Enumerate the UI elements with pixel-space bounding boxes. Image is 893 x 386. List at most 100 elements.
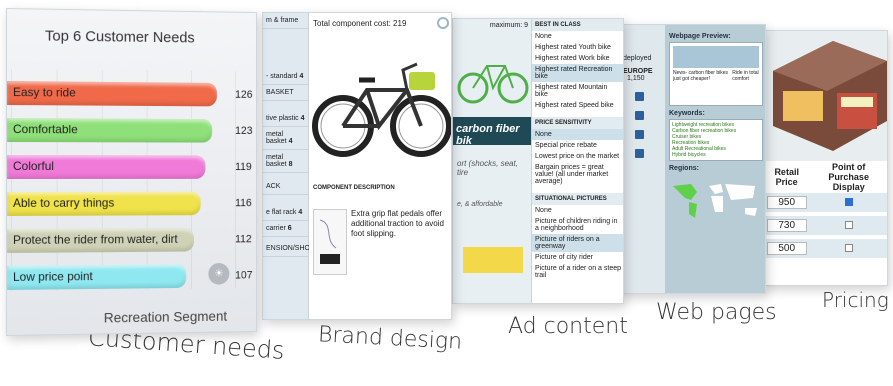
- total-cost: Total component cost: 219: [313, 19, 407, 28]
- ad-tagline: ort (shocks, seat, tire: [457, 159, 518, 177]
- display-checkbox[interactable]: [844, 220, 853, 229]
- bar-value: 107: [235, 269, 253, 282]
- option-item[interactable]: Lowest price on the market: [532, 151, 623, 162]
- bar-chart: Easy to ride 126 Comfortable 123 Colorful 119…: [6, 9, 256, 290]
- deploy-checkbox[interactable]: [635, 149, 644, 158]
- component-heading: COMPONENT DESCRIPTION: [313, 185, 395, 191]
- option-item[interactable]: Highest rated Mountain bike: [532, 82, 623, 100]
- retail-price-input[interactable]: 500: [766, 242, 807, 255]
- bar-label: Protect the rider from water, dirt: [12, 231, 178, 247]
- component-item[interactable]: metal basket 8: [263, 150, 308, 173]
- max-label: maximum: 9: [489, 22, 528, 29]
- option-item-selected[interactable]: Picture of riders on a greenway: [532, 234, 623, 252]
- option-item[interactable]: Special price rebate: [532, 140, 623, 151]
- component-item[interactable]: m & frame: [263, 13, 308, 29]
- bar-label: Able to carry things: [12, 195, 115, 210]
- ad-scene-image: [463, 247, 523, 273]
- segment-label: Recreation Segment: [103, 307, 228, 326]
- bicycle-image: [312, 62, 451, 157]
- component-item[interactable]: ACK: [263, 179, 308, 195]
- component-item[interactable]: - standard 4: [263, 69, 308, 85]
- bar-label: Colorful: [12, 159, 55, 173]
- option-item[interactable]: Picture of children riding in a neighbor…: [532, 216, 623, 234]
- table-row: 730: [763, 214, 887, 239]
- keywords-list[interactable]: Lightweight recreation bikes Carbon fibe…: [669, 119, 763, 161]
- bar-value: 112: [235, 233, 252, 246]
- bar-value: 126: [235, 88, 253, 101]
- bar-label: Low price point: [12, 269, 93, 284]
- pedal-icon: [313, 209, 347, 275]
- keywords-label: Keywords:: [669, 110, 705, 117]
- web-pages-panel: deployed EUROPE 1,150 Webpage Preview: N…: [618, 24, 766, 294]
- ad-options: BEST IN CLASS None Highest rated Youth b…: [531, 19, 623, 303]
- pricing-panel: Retail Price Point of Purchase Display 9…: [762, 30, 888, 286]
- bar-value: 116: [235, 197, 252, 210]
- display-checkbox[interactable]: [844, 243, 853, 252]
- bar-value: 119: [235, 161, 252, 173]
- bar-value: 123: [235, 125, 253, 137]
- pricing-table: Retail Price Point of Purchase Display 9…: [763, 161, 887, 262]
- chart-bar: Protect the rider from water, dirt: [6, 227, 194, 253]
- option-item[interactable]: Bargain prices = great value! (all under…: [532, 162, 623, 187]
- chart-title: Top 6 Customer Needs: [45, 27, 195, 47]
- option-item-selected[interactable]: Highest rated Recreation bike: [532, 64, 623, 82]
- preview-label: Webpage Preview:: [669, 33, 731, 40]
- component-item[interactable]: BASKET: [263, 85, 308, 101]
- world-map-icon[interactable]: [669, 178, 763, 224]
- storefront-image: [763, 31, 887, 161]
- ad-tagline: e, & affordable: [457, 201, 503, 208]
- table-row: 500: [763, 237, 887, 262]
- option-item[interactable]: None: [532, 205, 623, 216]
- section-heading: BEST IN CLASS: [532, 19, 623, 31]
- option-item[interactable]: Highest rated Speed bike: [532, 100, 623, 111]
- component-description: Extra grip flat pedals offer additional …: [351, 209, 444, 238]
- bar-label: Easy to ride: [12, 85, 76, 100]
- deploy-checkbox[interactable]: [635, 92, 644, 101]
- regions-label: Regions:: [669, 165, 699, 172]
- option-item[interactable]: Highest rated Work bike: [532, 53, 623, 64]
- component-item[interactable]: e flat rack 4: [263, 205, 308, 221]
- keyword-item: Hybrid bicycles: [672, 152, 706, 158]
- chart-bar: Colorful: [6, 155, 206, 179]
- deploy-checkbox[interactable]: [635, 130, 644, 139]
- green-bike-image: [457, 65, 529, 104]
- component-item[interactable]: tive plastic 4: [263, 111, 308, 127]
- deploy-count: 1,150: [627, 75, 645, 82]
- ad-headline: carbon fiber bik: [453, 117, 531, 147]
- preview-banner-image: [673, 46, 759, 68]
- section-heading: SITUATIONAL PICTURES: [532, 193, 623, 205]
- chart-bar: Easy to ride: [6, 81, 217, 107]
- retail-price-input[interactable]: 730: [766, 219, 807, 232]
- option-item[interactable]: None: [532, 31, 623, 42]
- retail-price-header: Retail Price: [774, 167, 799, 187]
- option-item[interactable]: Picture of city rider: [532, 252, 623, 263]
- caption-ad-content: Ad content: [508, 314, 628, 339]
- option-item[interactable]: Highest rated Youth bike: [532, 42, 623, 53]
- display-checkbox[interactable]: [844, 197, 853, 206]
- sun-icon: ☀: [208, 262, 230, 285]
- section-heading: PRICE SENSITIVITY: [532, 117, 623, 129]
- component-item[interactable]: ENSION/SHOCK: [263, 241, 320, 257]
- preview-item: News- carbon fiber bikes just got cheape…: [673, 70, 729, 82]
- chart-bar: Able to carry things: [6, 191, 201, 216]
- brand-design-panel: m & frame - standard 4 BASKET tive plast…: [262, 12, 452, 320]
- customer-needs-panel: Top 6 Customer Needs Easy to ride 126 Comf…: [6, 8, 257, 336]
- caption-pricing: Pricing: [822, 288, 889, 312]
- retail-price-input[interactable]: 950: [766, 196, 807, 209]
- component-list: m & frame - standard 4 BASKET tive plast…: [263, 13, 320, 319]
- option-item[interactable]: Picture of a rider on a steep trail: [532, 263, 623, 281]
- component-item[interactable]: metal basket 4: [263, 127, 308, 150]
- webpage-preview: News- carbon fiber bikes just got cheape…: [669, 42, 763, 106]
- caption-web-pages: Web pages: [656, 300, 777, 325]
- zoom-icon[interactable]: [437, 17, 449, 29]
- bar-label: Comfortable: [12, 122, 78, 137]
- table-row: 950: [763, 193, 887, 216]
- chart-bar: Comfortable: [6, 118, 213, 143]
- component-item[interactable]: carrier 6: [263, 221, 308, 237]
- region-label: EUROPE: [623, 68, 653, 75]
- pop-display-header: Point of Purchase Display: [828, 162, 869, 192]
- deploy-checkbox[interactable]: [635, 111, 644, 120]
- deploy-column: deployed EUROPE 1,150: [619, 25, 665, 293]
- option-item-selected[interactable]: None: [532, 129, 623, 140]
- caption-brand-design: Brand design: [317, 322, 463, 355]
